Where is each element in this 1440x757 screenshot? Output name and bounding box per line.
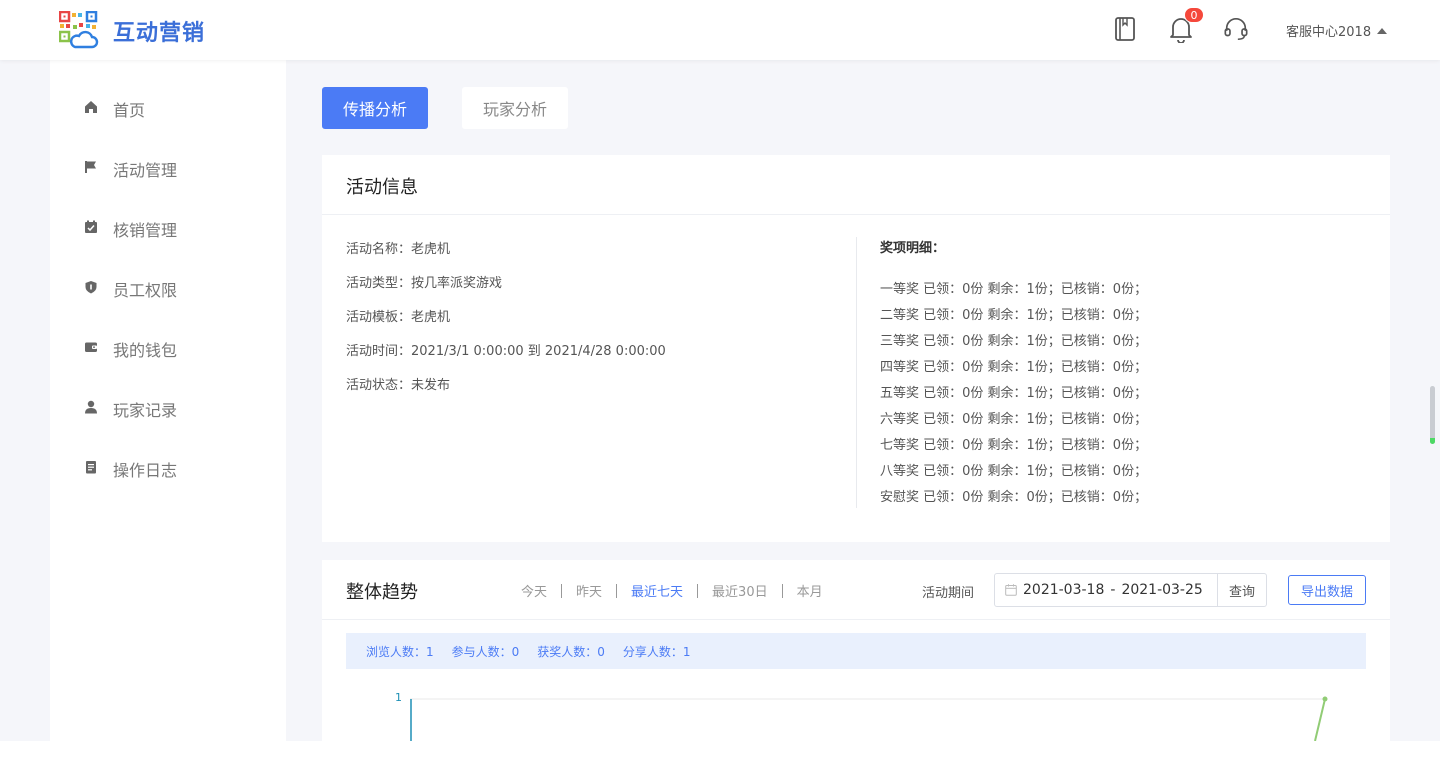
- sidebar-item-staff[interactable]: 员工权限: [50, 267, 286, 307]
- logo-icon: [59, 11, 99, 49]
- sidebar-item-activity[interactable]: 活动管理: [50, 147, 286, 187]
- prize-row: 安慰奖 已领：0份 剩余：0份；已核销：0份；: [880, 490, 1148, 505]
- wallet-icon: [84, 340, 98, 354]
- prize-row: 六等奖 已领：0份 剩余：1份；已核销：0份；: [880, 412, 1148, 427]
- prize-details-title: 奖项明细：: [880, 241, 946, 256]
- document-icon: [84, 460, 98, 474]
- activity-status: 活动状态：未发布: [346, 378, 451, 393]
- book-icon[interactable]: [1112, 14, 1138, 44]
- tab-spread-analysis[interactable]: 传播分析: [322, 87, 428, 129]
- activity-template: 活动模板：老虎机: [346, 310, 451, 325]
- sidebar-item-home[interactable]: 首页: [50, 87, 286, 127]
- prize-row: 二等奖 已领：0份 剩余：1份；已核销：0份；: [880, 308, 1148, 323]
- sidebar: 首页 活动管理 核销管理 员工权限 我的钱包 玩家记录 操作日志: [50, 60, 286, 757]
- activity-time: 活动时间：2021/3/1 0:00:00 到 2021/4/28 0:00:0…: [346, 344, 666, 359]
- range-option-last-7-days[interactable]: 最近七天: [617, 581, 697, 600]
- bottom-band: [0, 741, 1440, 757]
- prize-row: 七等奖 已领：0份 剩余：1份；已核销：0份；: [880, 438, 1148, 453]
- date-range-picker[interactable]: 2021-03-18 - 2021-03-25 查询: [994, 573, 1267, 607]
- sidebar-item-label: 我的钱包: [113, 341, 178, 360]
- shield-icon: [84, 280, 98, 294]
- prize-row: 三等奖 已领：0份 剩余：1份；已核销：0份；: [880, 334, 1148, 349]
- notification-badge: 0: [1184, 7, 1204, 23]
- prize-row: 八等奖 已领：0份 剩余：1份；已核销：0份；: [880, 464, 1148, 479]
- date-end: 2021-03-25: [1121, 582, 1203, 598]
- tab-player-analysis[interactable]: 玩家分析: [462, 87, 568, 129]
- query-button[interactable]: 查询: [1217, 573, 1267, 607]
- user-menu[interactable]: 客服中心2018: [1286, 21, 1388, 40]
- series-line-shares: [1314, 698, 1326, 742]
- sidebar-item-label: 活动管理: [113, 161, 178, 180]
- stat-participants: 参与人数：0: [451, 644, 520, 659]
- activity-type: 活动类型：按几率派奖游戏: [346, 276, 503, 291]
- flag-icon: [84, 160, 98, 174]
- activity-info-title: 活动信息: [346, 177, 418, 198]
- export-data-button[interactable]: 导出数据: [1288, 575, 1366, 605]
- user-name: 客服中心2018: [1286, 25, 1372, 40]
- sidebar-item-label: 首页: [113, 101, 146, 120]
- sidebar-item-label: 玩家记录: [113, 401, 178, 420]
- trend-card: 整体趋势 今天 昨天 最近七天 最近30日 本月 活动期间 2021-03-18…: [322, 560, 1390, 757]
- prize-row: 一等奖 已领：0份 剩余：1份；已核销：0份；: [880, 282, 1148, 297]
- scroll-indicator[interactable]: [1430, 386, 1435, 444]
- series-point-shares: [1322, 696, 1328, 702]
- scroll-indicator-accent: [1430, 438, 1435, 444]
- user-icon: [84, 400, 98, 414]
- date-start: 2021-03-18: [1023, 582, 1105, 598]
- caret-up-icon: [1377, 27, 1388, 34]
- stat-shares: 分享人数：1: [622, 644, 691, 659]
- headset-icon[interactable]: [1223, 14, 1249, 44]
- range-option-last-30-days[interactable]: 最近30日: [698, 581, 782, 600]
- activity-info-card: 活动信息 活动名称：老虎机 活动类型：按几率派奖游戏 活动模板：老虎机 活动时间…: [322, 155, 1390, 542]
- date-range-options: 今天 昨天 最近七天 最近30日 本月: [507, 581, 837, 600]
- activity-name: 活动名称：老虎机: [346, 242, 451, 257]
- sidebar-item-wallet[interactable]: 我的钱包: [50, 327, 286, 367]
- vertical-divider: [856, 237, 857, 508]
- date-separator: -: [1110, 582, 1116, 598]
- stat-winners: 获奖人数：0: [537, 644, 605, 659]
- sidebar-item-verification[interactable]: 核销管理: [50, 207, 286, 247]
- brand-name: 互动营销: [113, 21, 206, 46]
- stat-views: 浏览人数：1: [366, 644, 434, 659]
- sidebar-item-label: 核销管理: [113, 221, 178, 240]
- trend-title: 整体趋势: [346, 582, 418, 603]
- divider: [322, 214, 1390, 215]
- range-option-this-month[interactable]: 本月: [783, 581, 837, 600]
- period-label: 活动期间: [922, 586, 975, 601]
- sidebar-item-players[interactable]: 玩家记录: [50, 387, 286, 427]
- range-option-yesterday[interactable]: 昨天: [562, 581, 616, 600]
- top-header: 互动营销 0 客服中心2018: [0, 0, 1440, 60]
- prize-row: 四等奖 已领：0份 剩余：1份；已核销：0份；: [880, 360, 1148, 375]
- prize-row: 五等奖 已领：0份 剩余：1份；已核销：0份；: [880, 386, 1148, 401]
- home-icon: [84, 100, 98, 114]
- sidebar-item-label: 员工权限: [113, 281, 178, 300]
- calendar-icon: [1005, 584, 1017, 596]
- divider: [322, 619, 1390, 620]
- stats-bar: 浏览人数：1 参与人数：0 获奖人数：0 分享人数：1: [346, 633, 1366, 669]
- y-tick-label: 1: [395, 691, 402, 704]
- sidebar-item-label: 操作日志: [113, 461, 178, 480]
- sidebar-item-logs[interactable]: 操作日志: [50, 447, 286, 487]
- calendar-check-icon: [84, 220, 98, 234]
- range-option-today[interactable]: 今天: [507, 581, 561, 600]
